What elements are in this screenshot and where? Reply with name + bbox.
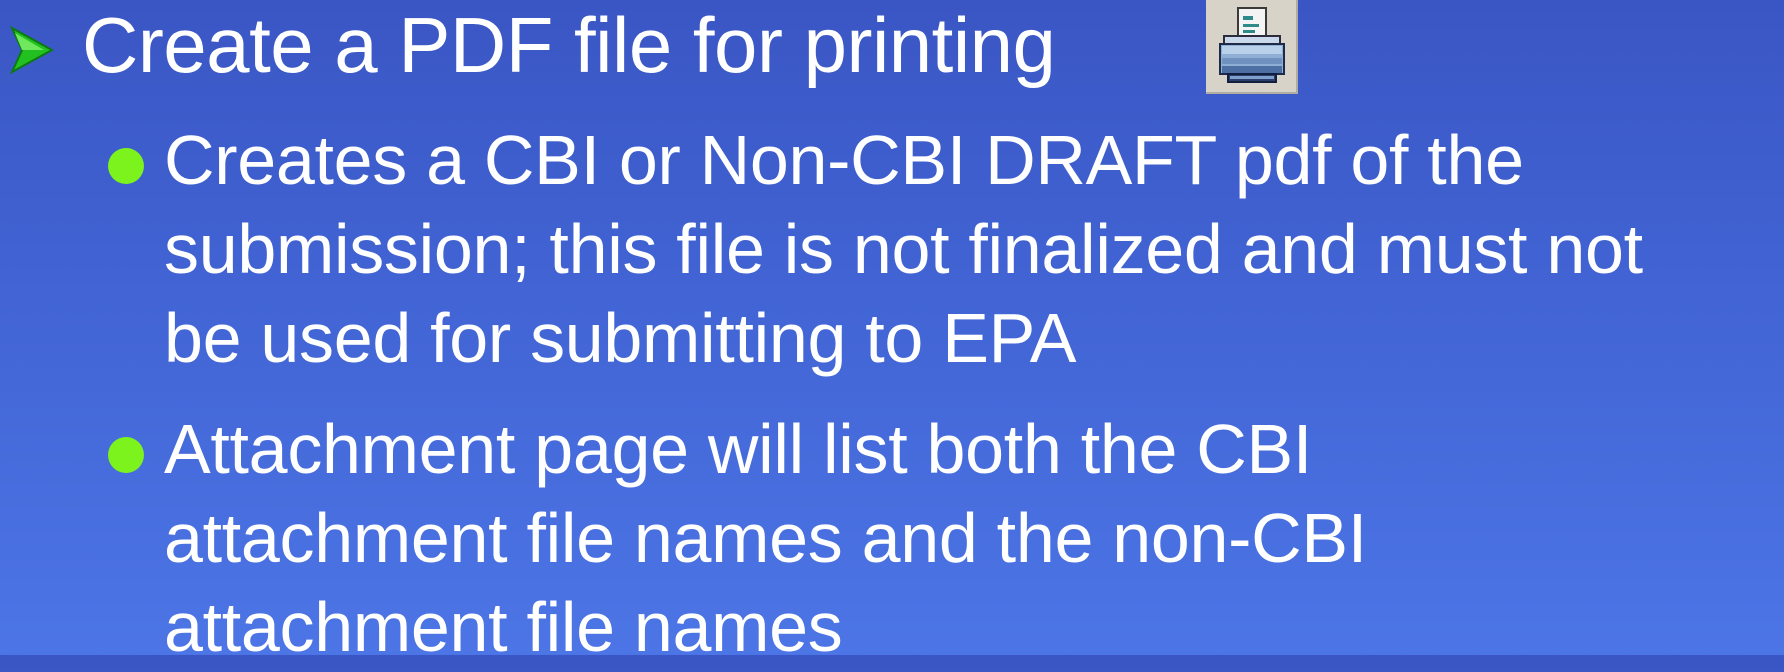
bullet-line: be used for submitting to EPA [164, 299, 1077, 377]
bullet-line: Creates a CBI or Non-CBI DRAFT pdf of th… [164, 121, 1524, 199]
bullet-line: attachment file names [164, 588, 843, 666]
green-dot-bullet-icon [108, 437, 144, 473]
printer-icon[interactable] [1206, 0, 1298, 94]
bullet-text: Creates a CBI or Non-CBI DRAFT pdf of th… [164, 116, 1784, 383]
heading-text: Create a PDF file for printing [82, 1, 1056, 89]
bullet-line: attachment file names and the non-CBI [164, 499, 1367, 577]
bullet-item-attachment-page: Attachment page will list both the CBI a… [108, 405, 1784, 672]
slide: Create a PDF file for printing Creates a… [0, 0, 1784, 666]
bullet-item-draft-pdf: Creates a CBI or Non-CBI DRAFT pdf of th… [108, 116, 1784, 383]
green-dot-bullet-icon [108, 148, 144, 184]
bullet-text: Attachment page will list both the CBI a… [164, 405, 1784, 672]
bullet-line: Attachment page will list both the CBI [164, 410, 1313, 488]
bullet-line: submission; this file is not finalized a… [164, 210, 1643, 288]
arrow-bullet-icon [10, 25, 54, 75]
heading-bullet-row: Create a PDF file for printing [10, 0, 1056, 90]
